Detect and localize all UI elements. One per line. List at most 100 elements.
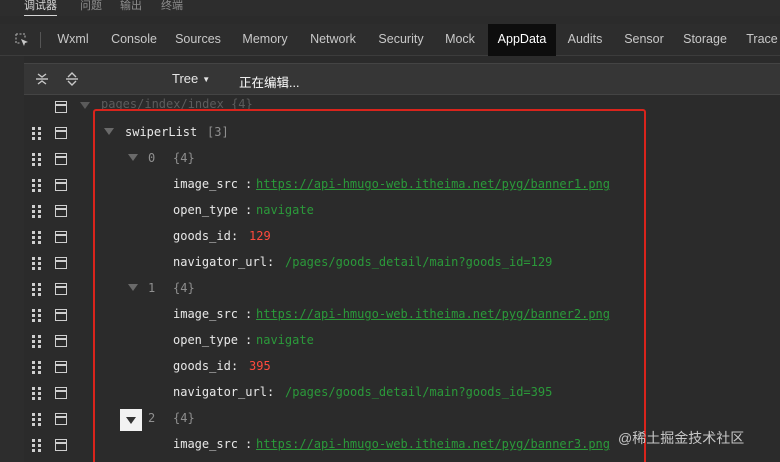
tab-audits[interactable]: Audits [561,24,609,56]
top-tab-terminal[interactable]: 终端 [161,0,183,13]
inspect-element-icon[interactable] [14,32,30,48]
item-index: 2 [148,411,156,425]
drag-handle-icon[interactable] [32,361,42,375]
tab-trace[interactable]: Trace [742,24,780,56]
drag-handle-icon[interactable] [32,283,42,297]
drag-handle-icon[interactable] [32,413,42,427]
field-key-goods-id: goods_id [173,229,231,243]
swiperlist-key: swiperList [125,125,198,139]
panel-divider [40,32,41,48]
tab-mock[interactable]: Mock [438,24,482,56]
field-value-goods-id[interactable]: 129 [249,229,271,243]
edit-node-icon[interactable] [55,335,67,347]
tab-storage[interactable]: Storage [678,24,732,56]
tree-row-field[interactable]: image_src : https://api-hmugo-web.itheim… [24,173,780,199]
tab-memory[interactable]: Memory [236,24,294,56]
edit-node-icon[interactable] [55,231,67,243]
expand-arrow-icon[interactable] [120,409,142,431]
drag-handle-icon[interactable] [32,153,42,167]
field-colon: : [231,229,239,243]
drag-handle-icon[interactable] [32,335,42,349]
top-tab-debugger[interactable]: 调试器 [24,0,57,16]
drag-handle-icon[interactable] [32,231,42,245]
field-value-goods-id[interactable]: 395 [249,359,271,373]
edit-node-icon[interactable] [55,179,67,191]
watermark-text: @稀土掘金技术社区 [618,430,745,446]
expand-arrow-icon[interactable] [128,284,138,291]
top-tab-problems[interactable]: 问题 [80,0,102,13]
drag-handle-icon[interactable] [32,257,42,271]
devtools-window: 调试器 问题 输出 终端 Wxml Console Sources Memory… [0,0,780,462]
edit-node-icon[interactable] [55,127,67,139]
field-key-navigator-url: navigator_url [173,255,267,269]
collapse-all-icon[interactable] [34,71,50,87]
field-colon: : [245,307,253,321]
tab-appdata[interactable]: AppData [488,24,556,56]
field-key-image-src: image_src [173,177,239,191]
tree-row-field[interactable]: image_src : https://api-hmugo-web.itheim… [24,303,780,329]
tree-row-field[interactable]: goods_id : 395 [24,355,780,381]
tree-row-field[interactable]: navigator_url : /pages/goods_detail/main… [24,251,780,277]
field-key-image-src: image_src [173,437,239,451]
view-mode-dropdown[interactable]: Tree ▼ [172,71,210,86]
tree-row-field[interactable]: goods_id : 129 [24,225,780,251]
field-value-navigator-url[interactable]: /pages/goods_detail/main?goods_id=395 [285,385,552,399]
edit-node-icon[interactable] [55,153,67,165]
swiperlist-count: [3] [207,125,229,139]
tab-sensor[interactable]: Sensor [618,24,670,56]
expand-arrow-icon[interactable] [128,154,138,161]
expand-arrow-icon[interactable] [80,102,90,109]
tree-row-field[interactable]: open_type : navigate [24,199,780,225]
tab-wxml[interactable]: Wxml [49,24,97,56]
tab-security[interactable]: Security [372,24,430,56]
tree-row-field[interactable]: open_type : navigate [24,329,780,355]
field-colon: : [245,437,253,451]
tab-console[interactable]: Console [104,24,164,56]
field-colon: : [245,333,253,347]
field-value-image-src[interactable]: https://api-hmugo-web.itheima.net/pyg/ba… [256,307,610,321]
drag-handle-icon[interactable] [32,205,42,219]
expand-arrow-icon[interactable] [104,128,114,135]
top-tab-output[interactable]: 输出 [120,0,142,13]
field-key-open-type: open_type [173,333,239,347]
appdata-tree: pages/index/index {4} swiperList [3] 0 {… [24,95,780,462]
field-value-open-type[interactable]: navigate [256,203,314,217]
item-count: {4} [173,281,195,295]
field-colon: : [267,385,275,399]
edit-node-icon[interactable] [55,439,67,451]
drag-handle-icon[interactable] [32,439,42,453]
tab-sources[interactable]: Sources [170,24,226,56]
expand-all-icon[interactable] [64,71,80,87]
drag-handle-icon[interactable] [32,179,42,193]
edit-node-icon[interactable] [55,309,67,321]
tree-row-root[interactable]: pages/index/index {4} [24,95,780,121]
field-key-navigator-url: navigator_url [173,385,267,399]
edit-node-icon[interactable] [55,257,67,269]
tree-row-item-0[interactable]: 0 {4} [24,147,780,173]
edit-node-icon[interactable] [55,205,67,217]
appdata-toolbar: Tree ▼ 正在编辑... [24,63,780,95]
tab-network[interactable]: Network [304,24,362,56]
edit-node-icon[interactable] [55,413,67,425]
field-colon: : [267,255,275,269]
field-value-open-type[interactable]: navigate [256,333,314,347]
chevron-down-icon: ▼ [202,75,211,85]
field-key-open-type: open_type [173,203,239,217]
tree-row-swiperlist[interactable]: swiperList [3] [24,121,780,147]
root-key: pages/index/index [101,97,224,111]
edit-node-icon[interactable] [55,283,67,295]
editing-status: 正在编辑... [239,76,300,90]
field-value-navigator-url[interactable]: /pages/goods_detail/main?goods_id=129 [285,255,552,269]
edit-node-icon[interactable] [55,387,67,399]
tree-row-item-1[interactable]: 1 {4} [24,277,780,303]
edit-node-icon[interactable] [55,101,67,113]
field-value-image-src[interactable]: https://api-hmugo-web.itheima.net/pyg/ba… [256,437,610,451]
field-value-image-src[interactable]: https://api-hmugo-web.itheima.net/pyg/ba… [256,177,610,191]
drag-handle-icon[interactable] [32,387,42,401]
edit-node-icon[interactable] [55,361,67,373]
tree-row-field[interactable]: navigator_url : /pages/goods_detail/main… [24,381,780,407]
drag-handle-icon[interactable] [32,127,42,141]
left-gutter [0,56,24,462]
drag-handle-icon[interactable] [32,309,42,323]
root-count: {4} [231,97,253,111]
